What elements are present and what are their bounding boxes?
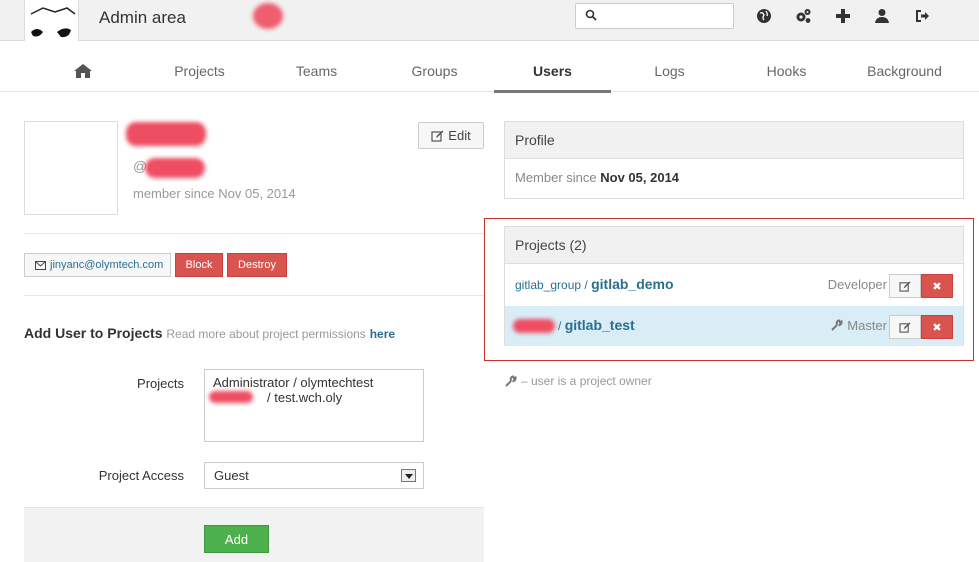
search-input[interactable]	[604, 7, 729, 25]
top-bar: Admin area	[0, 0, 979, 41]
email-label: jinyanc@olymtech.com	[50, 259, 164, 271]
project-access-label: Project Access	[98, 468, 184, 483]
edit-button[interactable]: Edit	[418, 122, 484, 149]
tab-background[interactable]: Background	[846, 41, 963, 92]
projects-label: Projects	[137, 376, 184, 391]
tab-groups[interactable]: Groups	[376, 41, 493, 92]
redacted-username	[126, 122, 206, 146]
project-link[interactable]: gitlab_group / gitlab_demo	[515, 276, 674, 292]
user-icon[interactable]	[873, 7, 891, 25]
close-icon: ✖	[932, 280, 942, 293]
profile-panel: Profile Member since Nov 05, 2014	[504, 121, 964, 199]
project-access-select[interactable]: Guest	[204, 462, 424, 489]
tab-projects[interactable]: Projects	[141, 41, 258, 92]
redacted-namespace	[209, 391, 253, 403]
project-link[interactable]: / gitlab_test	[558, 317, 635, 333]
project-option[interactable]: Administrator / olymtechtest	[213, 375, 415, 390]
close-icon: ✖	[932, 321, 942, 334]
chevron-down-icon[interactable]	[401, 469, 416, 482]
member-since: member since Nov 05, 2014	[133, 186, 296, 201]
projects-panel: Projects (2) gitlab_group / gitlab_demo …	[504, 226, 964, 346]
owner-legend: – user is a project owner	[504, 374, 652, 388]
block-button[interactable]: Block	[175, 253, 223, 277]
remove-membership-button[interactable]: ✖	[921, 274, 953, 298]
divider	[24, 233, 484, 234]
envelope-icon	[35, 260, 46, 270]
edit-icon	[899, 280, 911, 292]
redacted-namespace	[513, 319, 555, 333]
profile-member-since: Member since Nov 05, 2014	[515, 170, 680, 185]
profile-panel-title: Profile	[505, 122, 963, 159]
wrench-icon	[831, 319, 843, 331]
remove-membership-button[interactable]: ✖	[921, 315, 953, 339]
permissions-link[interactable]: here	[370, 327, 395, 341]
edit-icon	[431, 130, 444, 142]
edit-membership-button[interactable]	[889, 315, 921, 339]
plus-icon[interactable]	[834, 7, 852, 25]
redacted-mark	[253, 3, 283, 29]
tab-home[interactable]	[24, 41, 141, 92]
gears-icon[interactable]	[794, 7, 812, 25]
project-row: / gitlab_test Master ✖	[505, 306, 963, 346]
email-button[interactable]: jinyanc@olymtech.com	[24, 253, 171, 277]
tab-hooks[interactable]: Hooks	[728, 41, 845, 92]
redacted-handle	[145, 158, 205, 178]
divider	[24, 295, 484, 296]
add-button[interactable]: Add	[204, 525, 269, 553]
admin-nav: Projects Teams Groups Users Logs Hooks B…	[0, 41, 979, 93]
projects-multiselect[interactable]: Administrator / olymtechtest / test.wch.…	[204, 369, 424, 442]
edit-icon	[899, 321, 911, 333]
avatar	[24, 121, 118, 215]
search-box[interactable]	[575, 3, 734, 29]
globe-icon[interactable]	[755, 7, 773, 25]
home-icon	[74, 64, 92, 78]
app-title: Admin area	[99, 8, 186, 27]
add-to-projects-heading: Add User to Projects Read more about pro…	[24, 325, 396, 341]
project-row: gitlab_group / gitlab_demo Developer ✖	[505, 265, 963, 305]
tab-logs[interactable]: Logs	[611, 41, 728, 92]
wrench-icon	[505, 374, 517, 387]
destroy-button[interactable]: Destroy	[227, 253, 287, 277]
tab-users[interactable]: Users	[494, 41, 611, 93]
tab-teams[interactable]: Teams	[258, 41, 375, 92]
search-icon	[585, 9, 597, 21]
edit-label: Edit	[448, 128, 471, 143]
permissions-hint: Read more about project permissions	[166, 327, 366, 341]
edit-membership-button[interactable]	[889, 274, 921, 298]
projects-panel-title: Projects (2)	[505, 227, 963, 264]
project-role: Master	[830, 318, 887, 333]
project-role: Developer	[827, 277, 887, 292]
sign-out-icon[interactable]	[913, 7, 931, 25]
logo[interactable]	[24, 0, 79, 41]
